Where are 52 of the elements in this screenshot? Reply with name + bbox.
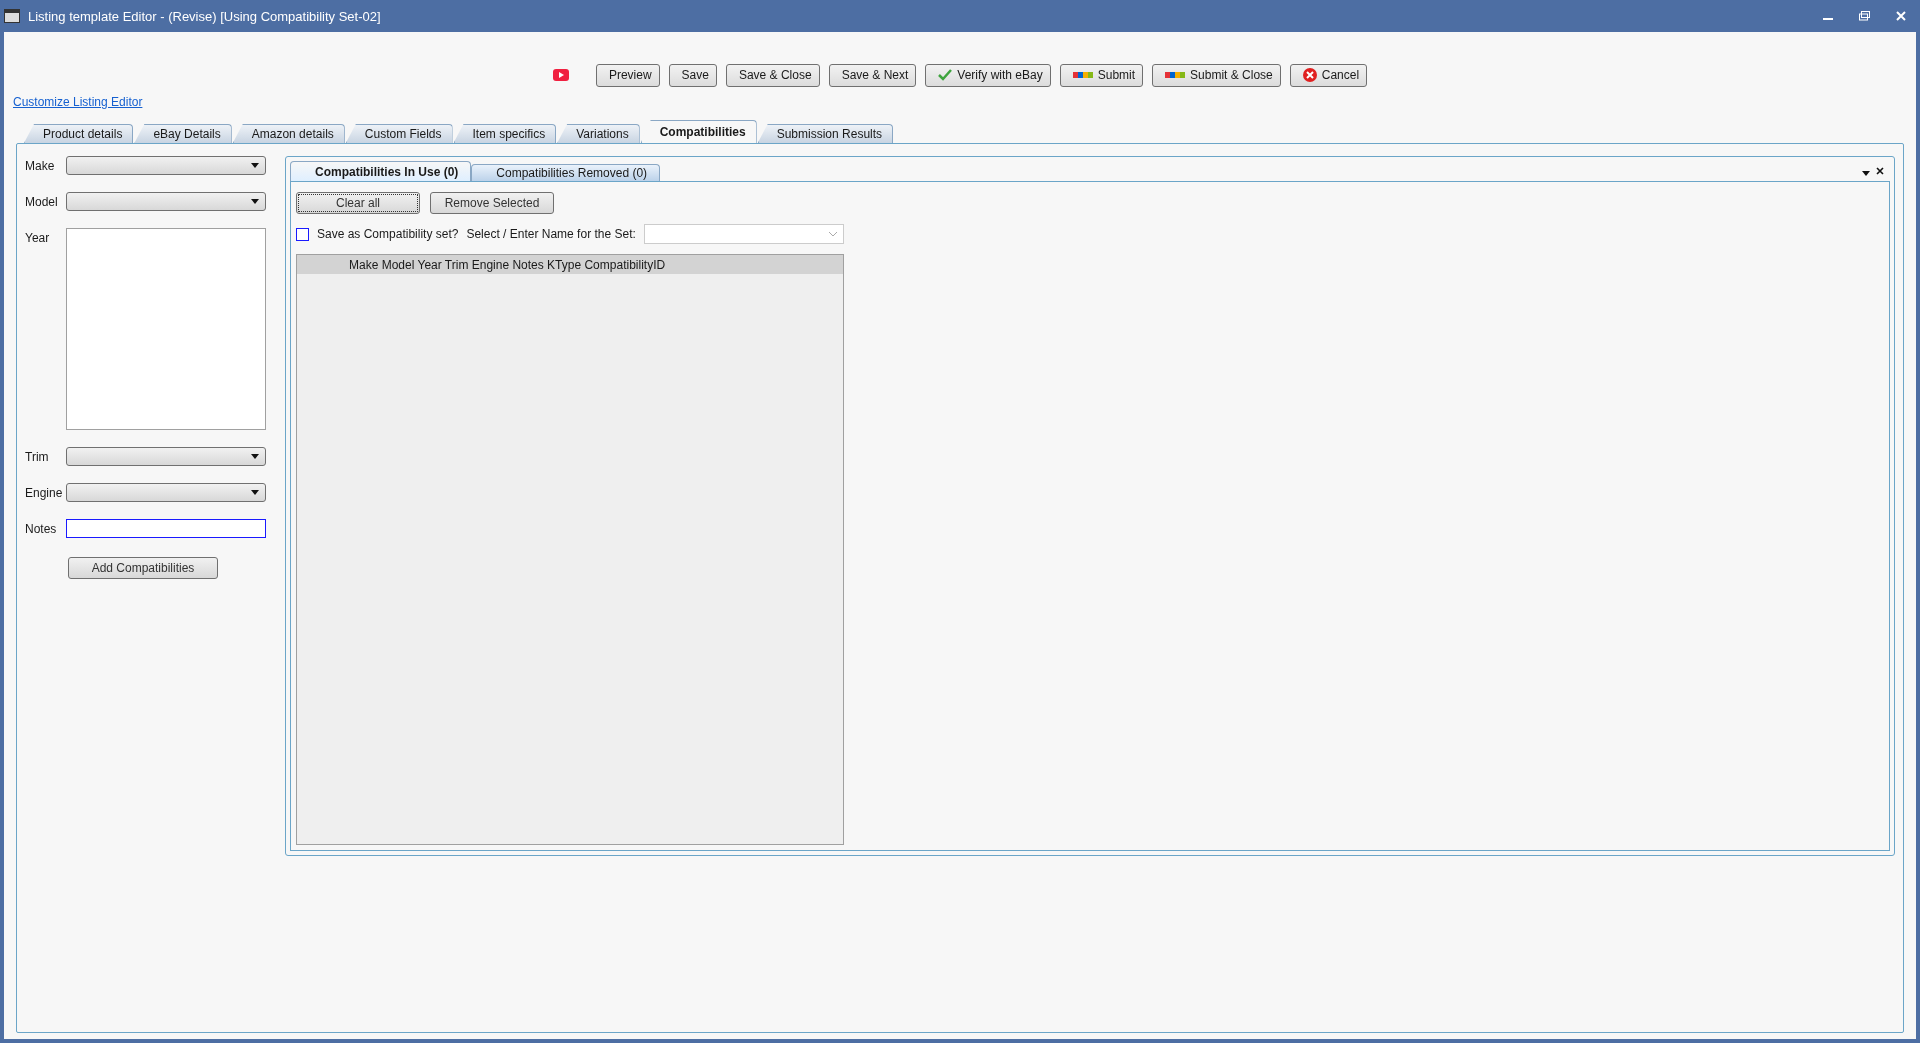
action-button[interactable]: Remove Selected: [430, 192, 554, 214]
logo-icon: [1165, 71, 1186, 79]
dropdown-arrow-icon: [251, 163, 259, 168]
window-title: Listing template Editor - (Revise) [Using Compatibility Set-02]: [28, 8, 381, 24]
tab[interactable]: Compatibilities: [640, 120, 757, 143]
cancel-icon: [1302, 68, 1317, 82]
dropdown-field[interactable]: [66, 483, 266, 502]
toolbar-button[interactable]: Submit & Close: [1152, 63, 1281, 87]
toolbar-button[interactable]: Preview: [595, 63, 660, 87]
tab[interactable]: Item specifics: [453, 124, 557, 143]
dropdown-arrow-icon[interactable]: [1862, 171, 1870, 176]
field-label: Make: [25, 158, 56, 175]
window-icon: [4, 9, 20, 23]
customize-link[interactable]: Customize Listing Editor: [13, 95, 143, 109]
checkbox[interactable]: [296, 227, 309, 241]
tab[interactable]: Compatibilities In Use (0): [290, 161, 472, 181]
video-play-icon[interactable]: [552, 69, 569, 81]
toolbar-button[interactable]: Cancel: [1289, 63, 1368, 87]
field-label: Engine: [25, 485, 64, 502]
dropdown-field[interactable]: [66, 192, 266, 211]
tab[interactable]: Compatibilities Removed (0): [471, 164, 661, 181]
grid-header: Make Model Year Trim Engine Notes KType CompatibilityID: [297, 255, 843, 274]
add-button[interactable]: Add Compatibilities: [68, 557, 218, 579]
checkbox-label: Save as Compatibility set?: [317, 227, 459, 241]
dropdown-arrow-icon: [251, 454, 259, 459]
dropdown-arrow-icon: [251, 490, 259, 495]
checkmark-icon: [938, 69, 953, 81]
tab[interactable]: eBay Details: [134, 124, 232, 143]
dropdown-field[interactable]: [66, 156, 266, 175]
tab[interactable]: Submission Results: [757, 124, 894, 143]
toolbar-button[interactable]: Save & Close: [725, 63, 820, 87]
toolbar-button[interactable]: Save: [668, 63, 717, 87]
field-label: Select / Enter Name for the Set:: [466, 227, 636, 241]
toolbar-button[interactable]: Save & Next: [828, 63, 917, 87]
toolbar-button[interactable]: Submit: [1059, 63, 1144, 87]
dropdown-field[interactable]: [66, 447, 266, 466]
field-label: Trim: [25, 449, 50, 466]
tab[interactable]: Product details: [24, 124, 134, 143]
tab[interactable]: Amazon details: [232, 124, 345, 143]
list-field[interactable]: [66, 228, 266, 430]
tab[interactable]: Variations: [557, 124, 640, 143]
tab[interactable]: Custom Fields: [345, 124, 453, 143]
field-label: Model: [25, 194, 59, 211]
dropdown-arrow-icon: [251, 199, 259, 204]
field-label: Notes: [25, 521, 58, 538]
field-label: Year: [25, 230, 51, 247]
close-icon[interactable]: [1876, 167, 1884, 175]
logo-icon: [1072, 71, 1093, 79]
action-button[interactable]: Clear all: [296, 192, 420, 214]
toolbar-button[interactable]: Verify with eBay: [925, 63, 1051, 87]
restore-icon[interactable]: [1859, 11, 1870, 21]
input-field[interactable]: [66, 519, 266, 538]
